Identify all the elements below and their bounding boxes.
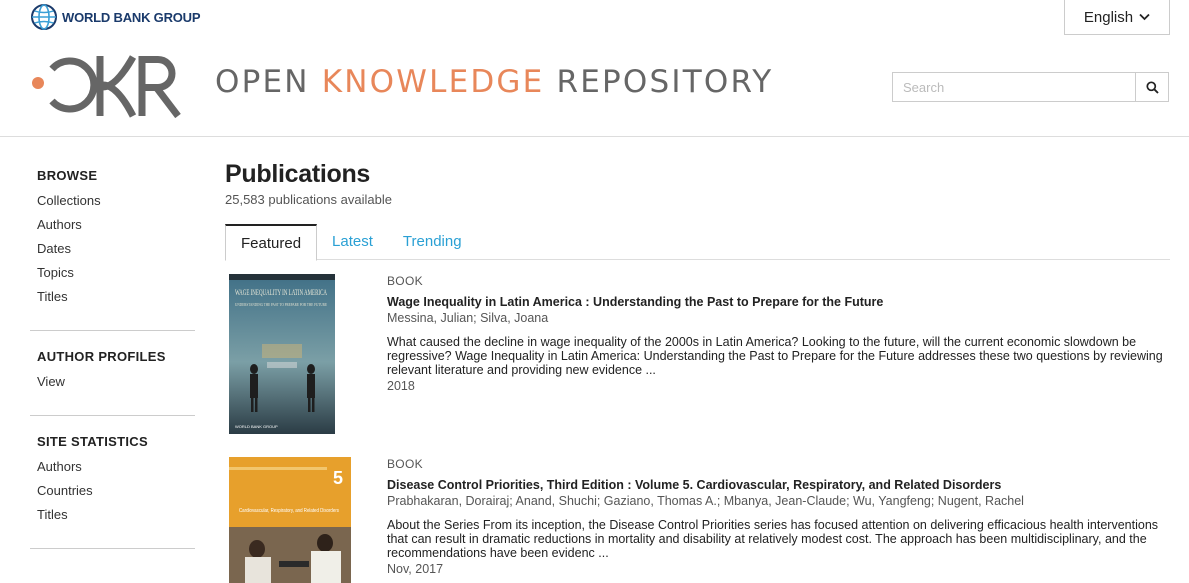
item-authors: Prabhakaran, Dorairaj; Anand, Shuchi; Ga… — [387, 494, 1024, 508]
sidebar-item-view-profiles[interactable]: View — [30, 373, 195, 397]
globe-icon — [31, 4, 57, 30]
item-date: 2018 — [387, 379, 415, 393]
sidebar-item-titles[interactable]: Titles — [30, 288, 195, 312]
repo-title-part2: REPOSITORY — [544, 64, 774, 100]
sidebar-item-dates[interactable]: Dates — [30, 240, 195, 264]
cover-subtitle: UNDERSTANDING THE PAST TO PREPARE FOR TH… — [235, 302, 327, 307]
chevron-down-icon — [1139, 13, 1150, 21]
search-bar — [892, 72, 1169, 102]
item-abstract: What caused the decline in wage inequali… — [387, 335, 1163, 377]
main-content: Publications 25,583 publications availab… — [225, 160, 1170, 583]
search-button[interactable] — [1135, 72, 1169, 102]
browse-section: BROWSE Collections Authors Dates Topics … — [30, 168, 195, 331]
search-icon — [1145, 80, 1159, 94]
publication-count: 25,583 publications available — [225, 192, 392, 207]
author-profiles-heading: AUTHOR PROFILES — [37, 349, 166, 364]
book-cover-wage-inequality[interactable]: WAGE INEQUALITY IN LATIN AMERICA UNDERST… — [229, 274, 335, 434]
author-profiles-section: AUTHOR PROFILES View — [30, 349, 195, 416]
cover-publisher: WORLD BANK GROUP — [235, 424, 278, 429]
tab-trending[interactable]: Trending — [388, 224, 477, 260]
tab-latest[interactable]: Latest — [317, 224, 388, 260]
header-divider — [0, 136, 1189, 137]
repo-title-accent: KNOWLEDGE — [321, 64, 545, 100]
item-authors: Messina, Julian; Silva, Joana — [387, 311, 549, 325]
cover-title: Cardiovascular, Respiratory, and Related… — [239, 508, 339, 514]
sidebar-item-stats-countries[interactable]: Countries — [30, 482, 195, 506]
sidebar: BROWSE Collections Authors Dates Topics … — [30, 168, 195, 567]
sidebar-item-collections[interactable]: Collections — [30, 192, 195, 216]
item-type: BOOK — [387, 457, 423, 471]
language-selector[interactable]: English — [1064, 0, 1170, 35]
page-title: Publications — [225, 160, 371, 188]
cover-volume: 5 — [333, 468, 343, 488]
world-bank-group-logo[interactable]: WORLD BANK GROUP — [30, 3, 201, 31]
item-date: Nov, 2017 — [387, 562, 444, 576]
cover-title: WAGE INEQUALITY IN LATIN AMERICA — [235, 288, 327, 297]
org-name: WORLD BANK GROUP — [62, 9, 201, 25]
sidebar-item-authors[interactable]: Authors — [30, 216, 195, 240]
tab-featured[interactable]: Featured — [225, 224, 318, 261]
sidebar-item-stats-authors[interactable]: Authors — [30, 458, 195, 482]
repository-title: OPEN KNOWLEDGE REPOSITORY — [215, 64, 773, 100]
site-statistics-heading: SITE STATISTICS — [37, 434, 148, 449]
okr-logo[interactable] — [30, 54, 182, 118]
item-info: BOOK Disease Control Priorities, Third E… — [387, 457, 1172, 576]
sidebar-item-stats-titles[interactable]: Titles — [30, 506, 195, 530]
item-type: BOOK — [387, 274, 423, 288]
item-info: BOOK Wage Inequality in Latin America : … — [387, 274, 1172, 393]
browse-heading: BROWSE — [37, 168, 98, 183]
item-title-link[interactable]: Wage Inequality in Latin America : Under… — [387, 295, 1172, 309]
language-label: English — [1083, 8, 1134, 26]
sidebar-item-topics[interactable]: Topics — [30, 264, 195, 288]
repo-title-part1: OPEN — [215, 64, 322, 100]
publication-tabs: Featured Latest Trending — [225, 224, 1170, 261]
item-abstract: About the Series From its inception, the… — [387, 518, 1159, 560]
book-cover-disease-control[interactable]: 5 Cardiovascular, Respiratory, and Relat… — [229, 457, 351, 583]
item-title-link[interactable]: Disease Control Priorities, Third Editio… — [387, 478, 1172, 492]
search-input[interactable] — [892, 72, 1135, 102]
site-statistics-section: SITE STATISTICS Authors Countries Titles — [30, 434, 195, 549]
